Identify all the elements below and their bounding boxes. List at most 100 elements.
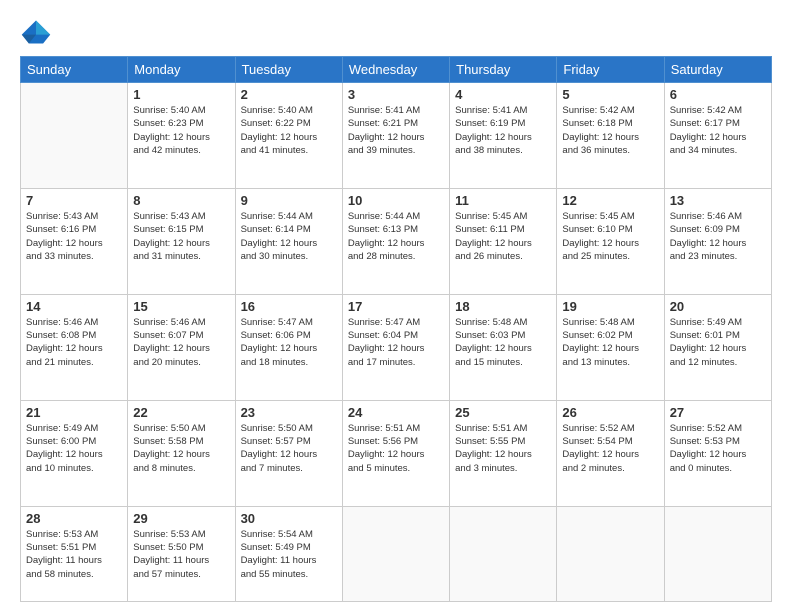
day-info: Sunrise: 5:48 AMSunset: 6:03 PMDaylight:… <box>455 316 551 369</box>
logo-icon <box>20 18 52 46</box>
calendar-cell: 28 Sunrise: 5:53 AMSunset: 5:51 PMDayligh… <box>21 506 128 601</box>
day-number: 5 <box>562 87 658 102</box>
calendar-cell: 7 Sunrise: 5:43 AMSunset: 6:16 PMDaylight… <box>21 188 128 294</box>
day-info: Sunrise: 5:46 AMSunset: 6:08 PMDaylight:… <box>26 316 122 369</box>
calendar-cell <box>342 506 449 601</box>
calendar-cell: 1 Sunrise: 5:40 AMSunset: 6:23 PMDaylight… <box>128 83 235 189</box>
calendar-cell: 22 Sunrise: 5:50 AMSunset: 5:58 PMDayligh… <box>128 400 235 506</box>
day-number: 6 <box>670 87 766 102</box>
day-number: 26 <box>562 405 658 420</box>
calendar-cell: 12 Sunrise: 5:45 AMSunset: 6:10 PMDayligh… <box>557 188 664 294</box>
calendar-cell: 9Sunrise: 5:44 AMSunset: 6:14 PMDaylight… <box>235 188 342 294</box>
col-header-wednesday: Wednesday <box>342 57 449 83</box>
day-info: Sunrise: 5:47 AMSunset: 6:06 PMDaylight:… <box>241 316 337 369</box>
col-header-tuesday: Tuesday <box>235 57 342 83</box>
calendar-cell: 4 Sunrise: 5:41 AMSunset: 6:19 PMDaylight… <box>450 83 557 189</box>
calendar-cell <box>557 506 664 601</box>
day-number: 4 <box>455 87 551 102</box>
day-number: 18 <box>455 299 551 314</box>
calendar-cell: 27 Sunrise: 5:52 AMSunset: 5:53 PMDayligh… <box>664 400 771 506</box>
day-info: Sunrise: 5:46 AMSunset: 6:07 PMDaylight:… <box>133 316 229 369</box>
calendar-cell: 29 Sunrise: 5:53 AMSunset: 5:50 PMDayligh… <box>128 506 235 601</box>
day-info: Sunrise: 5:50 AMSunset: 5:58 PMDaylight:… <box>133 422 229 475</box>
day-info: Sunrise: 5:44 AMSunset: 6:13 PMDaylight:… <box>348 210 444 263</box>
day-info: Sunrise: 5:45 AMSunset: 6:11 PMDaylight:… <box>455 210 551 263</box>
day-info: Sunrise: 5:53 AMSunset: 5:50 PMDaylight:… <box>133 528 229 581</box>
calendar-cell: 14Sunrise: 5:46 AMSunset: 6:08 PMDayligh… <box>21 294 128 400</box>
calendar-cell: 30 Sunrise: 5:54 AMSunset: 5:49 PMDayligh… <box>235 506 342 601</box>
calendar-cell: 19Sunrise: 5:48 AMSunset: 6:02 PMDayligh… <box>557 294 664 400</box>
header <box>20 18 772 46</box>
col-header-friday: Friday <box>557 57 664 83</box>
calendar-cell <box>450 506 557 601</box>
day-number: 19 <box>562 299 658 314</box>
day-info: Sunrise: 5:41 AMSunset: 6:21 PMDaylight:… <box>348 104 444 157</box>
calendar-cell: 18 Sunrise: 5:48 AMSunset: 6:03 PMDayligh… <box>450 294 557 400</box>
day-number: 1 <box>133 87 229 102</box>
day-number: 3 <box>348 87 444 102</box>
day-number: 30 <box>241 511 337 526</box>
col-header-sunday: Sunday <box>21 57 128 83</box>
calendar-cell: 26 Sunrise: 5:52 AMSunset: 5:54 PMDayligh… <box>557 400 664 506</box>
calendar-cell: 23 Sunrise: 5:50 AMSunset: 5:57 PMDayligh… <box>235 400 342 506</box>
col-header-monday: Monday <box>128 57 235 83</box>
day-number: 10 <box>348 193 444 208</box>
day-number: 7 <box>26 193 122 208</box>
calendar-cell: 13 Sunrise: 5:46 AMSunset: 6:09 PMDayligh… <box>664 188 771 294</box>
day-info: Sunrise: 5:42 AMSunset: 6:17 PMDaylight:… <box>670 104 766 157</box>
calendar-cell: 5 Sunrise: 5:42 AMSunset: 6:18 PMDaylight… <box>557 83 664 189</box>
page: SundayMondayTuesdayWednesdayThursdayFrid… <box>0 0 792 612</box>
day-info: Sunrise: 5:45 AMSunset: 6:10 PMDaylight:… <box>562 210 658 263</box>
day-info: Sunrise: 5:54 AMSunset: 5:49 PMDaylight:… <box>241 528 337 581</box>
day-info: Sunrise: 5:43 AMSunset: 6:16 PMDaylight:… <box>26 210 122 263</box>
calendar-cell: 24 Sunrise: 5:51 AMSunset: 5:56 PMDayligh… <box>342 400 449 506</box>
day-number: 29 <box>133 511 229 526</box>
day-number: 12 <box>562 193 658 208</box>
day-number: 11 <box>455 193 551 208</box>
day-number: 25 <box>455 405 551 420</box>
day-info: Sunrise: 5:49 AMSunset: 6:01 PMDaylight:… <box>670 316 766 369</box>
day-info: Sunrise: 5:50 AMSunset: 5:57 PMDaylight:… <box>241 422 337 475</box>
day-number: 20 <box>670 299 766 314</box>
calendar-cell <box>21 83 128 189</box>
calendar-cell: 3 Sunrise: 5:41 AMSunset: 6:21 PMDaylight… <box>342 83 449 189</box>
day-info: Sunrise: 5:51 AMSunset: 5:56 PMDaylight:… <box>348 422 444 475</box>
calendar-cell: 10 Sunrise: 5:44 AMSunset: 6:13 PMDayligh… <box>342 188 449 294</box>
day-info: Sunrise: 5:43 AMSunset: 6:15 PMDaylight:… <box>133 210 229 263</box>
day-number: 13 <box>670 193 766 208</box>
day-info: Sunrise: 5:47 AMSunset: 6:04 PMDaylight:… <box>348 316 444 369</box>
calendar-cell: 16 Sunrise: 5:47 AMSunset: 6:06 PMDayligh… <box>235 294 342 400</box>
day-info: Sunrise: 5:52 AMSunset: 5:54 PMDaylight:… <box>562 422 658 475</box>
calendar-cell: 11 Sunrise: 5:45 AMSunset: 6:11 PMDayligh… <box>450 188 557 294</box>
col-header-saturday: Saturday <box>664 57 771 83</box>
day-info: Sunrise: 5:40 AMSunset: 6:23 PMDaylight:… <box>133 104 229 157</box>
day-number: 24 <box>348 405 444 420</box>
day-number: 28 <box>26 511 122 526</box>
calendar-cell: 8 Sunrise: 5:43 AMSunset: 6:15 PMDaylight… <box>128 188 235 294</box>
day-number: 23 <box>241 405 337 420</box>
day-number: 17 <box>348 299 444 314</box>
calendar-table: SundayMondayTuesdayWednesdayThursdayFrid… <box>20 56 772 602</box>
calendar-cell: 20 Sunrise: 5:49 AMSunset: 6:01 PMDayligh… <box>664 294 771 400</box>
day-info: Sunrise: 5:49 AMSunset: 6:00 PMDaylight:… <box>26 422 122 475</box>
calendar-cell: 17 Sunrise: 5:47 AMSunset: 6:04 PMDayligh… <box>342 294 449 400</box>
day-number: 8 <box>133 193 229 208</box>
day-number: 22 <box>133 405 229 420</box>
day-info: Sunrise: 5:46 AMSunset: 6:09 PMDaylight:… <box>670 210 766 263</box>
day-info: Sunrise: 5:41 AMSunset: 6:19 PMDaylight:… <box>455 104 551 157</box>
day-info: Sunrise: 5:52 AMSunset: 5:53 PMDaylight:… <box>670 422 766 475</box>
calendar-cell <box>664 506 771 601</box>
calendar-cell: 21Sunrise: 5:49 AMSunset: 6:00 PMDayligh… <box>21 400 128 506</box>
logo <box>20 18 56 46</box>
day-info: Sunrise: 5:51 AMSunset: 5:55 PMDaylight:… <box>455 422 551 475</box>
day-info: Sunrise: 5:40 AMSunset: 6:22 PMDaylight:… <box>241 104 337 157</box>
day-info: Sunrise: 5:53 AMSunset: 5:51 PMDaylight:… <box>26 528 122 581</box>
day-info: Sunrise: 5:44 AMSunset: 6:14 PMDaylight:… <box>241 210 337 263</box>
calendar-cell: 6 Sunrise: 5:42 AMSunset: 6:17 PMDaylight… <box>664 83 771 189</box>
day-info: Sunrise: 5:42 AMSunset: 6:18 PMDaylight:… <box>562 104 658 157</box>
day-number: 2 <box>241 87 337 102</box>
col-header-thursday: Thursday <box>450 57 557 83</box>
day-number: 27 <box>670 405 766 420</box>
day-number: 16 <box>241 299 337 314</box>
calendar-cell: 25 Sunrise: 5:51 AMSunset: 5:55 PMDayligh… <box>450 400 557 506</box>
